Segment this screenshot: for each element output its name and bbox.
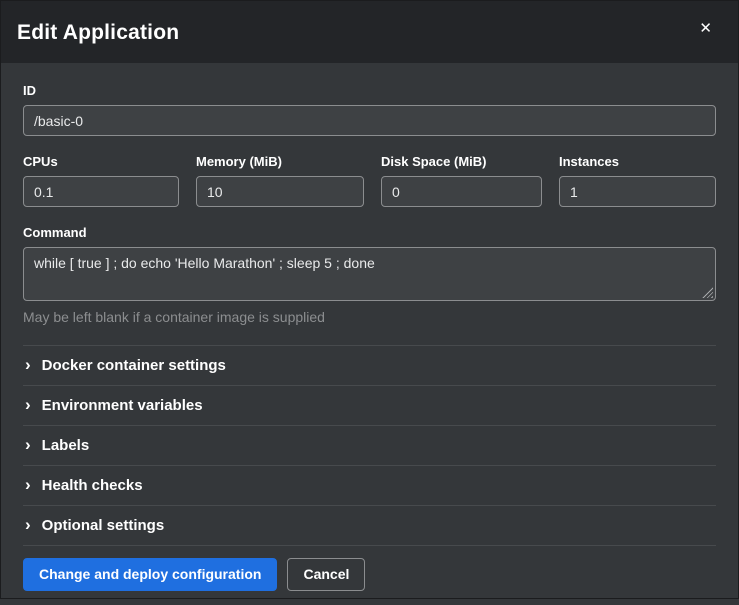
cpus-field-group: CPUs: [23, 154, 179, 207]
section-label: Labels: [42, 437, 90, 454]
memory-label: Memory (MiB): [196, 154, 364, 169]
modal-body: ID CPUs Memory (MiB) Disk Space (MiB) In…: [1, 63, 738, 546]
section-labels[interactable]: › Labels: [23, 425, 716, 465]
section-optional-settings[interactable]: › Optional settings: [23, 505, 716, 545]
section-health-checks[interactable]: › Health checks: [23, 465, 716, 505]
command-textarea-wrap: while [ true ] ; do echo 'Hello Marathon…: [23, 247, 716, 301]
memory-input[interactable]: [196, 176, 364, 207]
change-and-deploy-button[interactable]: Change and deploy configuration: [23, 558, 277, 591]
close-icon[interactable]: ✕: [697, 17, 714, 40]
command-field-group: Command while [ true ] ; do echo 'Hello …: [23, 225, 716, 325]
disk-field-group: Disk Space (MiB): [381, 154, 542, 207]
collapsible-sections: › Docker container settings › Environmen…: [23, 345, 716, 546]
edit-application-modal: Edit Application ✕ ID CPUs Memory (MiB) …: [1, 1, 738, 598]
cpus-label: CPUs: [23, 154, 179, 169]
instances-input[interactable]: [559, 176, 716, 207]
section-environment-variables[interactable]: › Environment variables: [23, 385, 716, 425]
chevron-right-icon: ›: [25, 516, 31, 533]
chevron-right-icon: ›: [25, 436, 31, 453]
modal-title: Edit Application: [17, 17, 179, 45]
instances-field-group: Instances: [559, 154, 716, 207]
command-textarea[interactable]: while [ true ] ; do echo 'Hello Marathon…: [23, 247, 716, 301]
instances-label: Instances: [559, 154, 716, 169]
section-label: Health checks: [42, 477, 143, 494]
command-help-text: May be left blank if a container image i…: [23, 309, 716, 325]
cpus-input[interactable]: [23, 176, 179, 207]
section-label: Docker container settings: [42, 357, 226, 374]
disk-label: Disk Space (MiB): [381, 154, 542, 169]
section-label: Environment variables: [42, 397, 203, 414]
chevron-right-icon: ›: [25, 356, 31, 373]
disk-input[interactable]: [381, 176, 542, 207]
section-label: Optional settings: [42, 517, 165, 534]
id-input[interactable]: [23, 105, 716, 136]
command-label: Command: [23, 225, 716, 240]
chevron-right-icon: ›: [25, 476, 31, 493]
id-field-group: ID: [23, 83, 716, 136]
modal-footer: Change and deploy configuration Cancel: [1, 546, 738, 605]
memory-field-group: Memory (MiB): [196, 154, 364, 207]
modal-header: Edit Application ✕: [1, 1, 738, 63]
chevron-right-icon: ›: [25, 396, 31, 413]
resource-fields-row: CPUs Memory (MiB) Disk Space (MiB) Insta…: [23, 154, 716, 207]
cancel-button[interactable]: Cancel: [287, 558, 365, 591]
section-docker-container-settings[interactable]: › Docker container settings: [23, 345, 716, 385]
id-label: ID: [23, 83, 716, 98]
